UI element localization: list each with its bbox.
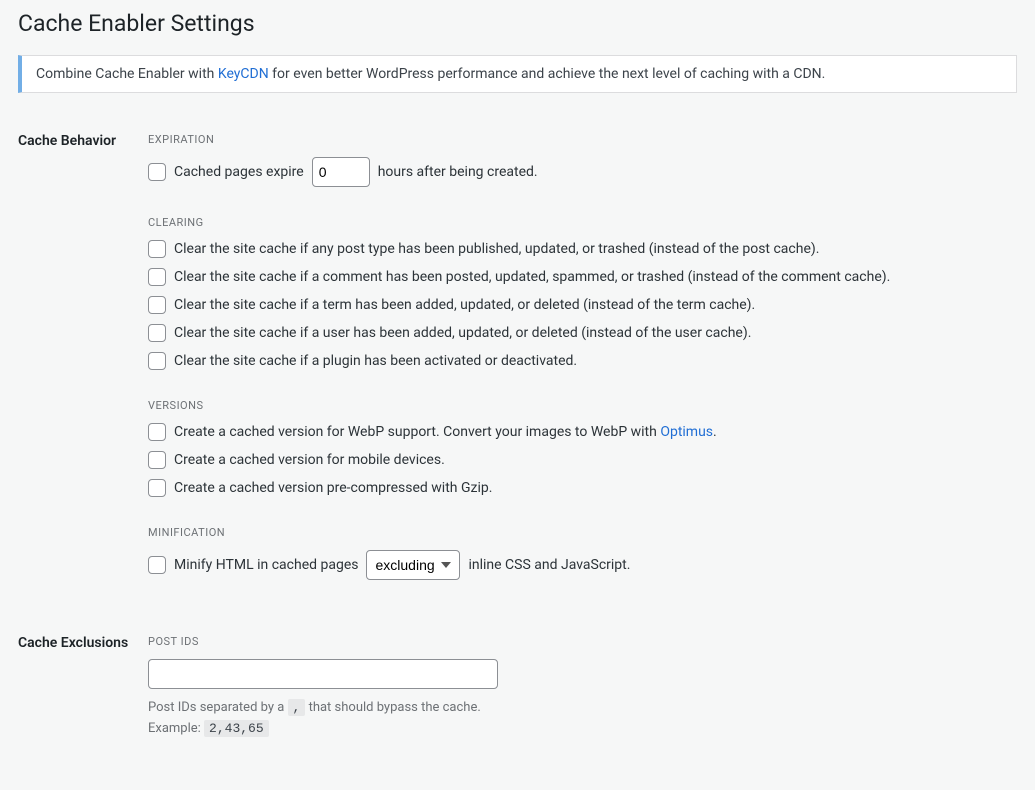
optimus-link[interactable]: Optimus [660,424,713,440]
post-ids-example-value: 2,43,65 [204,720,269,737]
keycdn-link[interactable]: KeyCDN [218,66,269,82]
input-post-ids[interactable] [148,659,498,689]
heading-clearing: CLEARING [148,216,1017,229]
select-minify-mode[interactable]: excluding including [366,550,460,580]
label-clear-plugin: Clear the site cache if a plugin has bee… [174,353,577,369]
checkbox-version-mobile[interactable] [148,451,166,469]
info-notice: Combine Cache Enabler with KeyCDN for ev… [18,55,1017,93]
checkbox-expiration[interactable] [148,163,166,181]
label-clear-user: Clear the site cache if a user has been … [174,325,751,341]
label-clear-term: Clear the site cache if a term has been … [174,297,755,313]
input-expiration-hours[interactable] [312,157,370,187]
heading-expiration: EXPIRATION [148,133,1017,146]
heading-post-ids: POST IDS [148,635,1017,648]
section-cache-exclusions: Cache Exclusions [18,625,148,780]
checkbox-minify[interactable] [148,556,166,574]
expiration-prefix: Cached pages expire [174,164,304,180]
post-ids-description: Post IDs separated by a , that should by… [148,700,1017,715]
label-version-mobile: Create a cached version for mobile devic… [174,452,445,468]
checkbox-clear-user[interactable] [148,324,166,342]
checkbox-clear-comment[interactable] [148,268,166,286]
post-ids-example: Example: 2,43,65 [148,721,1017,736]
notice-text-after: for even better WordPress performance an… [269,66,826,82]
section-cache-behavior: Cache Behavior [18,123,148,625]
checkbox-version-webp[interactable] [148,423,166,441]
label-version-gzip: Create a cached version pre-compressed w… [174,480,492,496]
post-ids-example-label: Example: [148,721,204,736]
minify-prefix: Minify HTML in cached pages [174,557,358,573]
label-clear-comment: Clear the site cache if a comment has be… [174,269,890,285]
checkbox-version-gzip[interactable] [148,479,166,497]
checkbox-clear-term[interactable] [148,296,166,314]
checkbox-clear-plugin[interactable] [148,352,166,370]
heading-minification: MINIFICATION [148,526,1017,539]
label-version-webp: Create a cached version for WebP support… [174,424,717,440]
expiration-suffix: hours after being created. [378,164,538,180]
minify-suffix: inline CSS and JavaScript. [468,557,630,573]
webp-suffix: . [713,424,717,440]
page-title: Cache Enabler Settings [18,10,1017,37]
notice-text-before: Combine Cache Enabler with [36,66,218,82]
post-ids-desc-before: Post IDs separated by a [148,700,288,715]
post-ids-desc-after: that should bypass the cache. [305,700,480,715]
heading-versions: VERSIONS [148,399,1017,412]
post-ids-desc-code: , [288,699,306,716]
webp-prefix: Create a cached version for WebP support… [174,424,660,440]
label-clear-post: Clear the site cache if any post type ha… [174,241,819,257]
checkbox-clear-post[interactable] [148,240,166,258]
